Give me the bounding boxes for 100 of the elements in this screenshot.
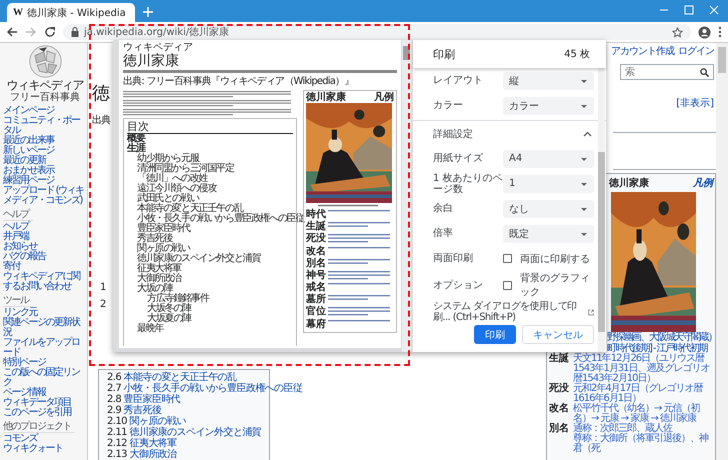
reload-icon[interactable] xyxy=(44,26,56,38)
dropdown[interactable]: カラー xyxy=(503,96,594,114)
toc-number: 1 xyxy=(100,282,106,293)
sidebar-link[interactable]: ウィキデータ項目 xyxy=(3,398,71,408)
setting-label: 両面印刷 xyxy=(433,253,474,264)
toc-link[interactable]: 2.10 関ヶ原の戦い xyxy=(107,416,186,427)
sidebar-link[interactable]: お知らせ xyxy=(3,242,37,252)
sidebar-link[interactable]: 特別ページ xyxy=(3,358,46,368)
close-icon[interactable] xyxy=(709,5,719,15)
sidebar-heading: ヘルプ xyxy=(3,209,32,221)
toc-entry: 生涯 xyxy=(127,144,145,154)
sidebar-link[interactable]: コミュニティ・ポータル xyxy=(3,116,87,136)
setting-label: 1 枚あたりのページ数 xyxy=(433,172,503,194)
system-dialog-link[interactable]: システム ダイアログを使用して印刷... (Ctrl+Shift+P) xyxy=(433,301,584,323)
setting-label: 用紙サイズ xyxy=(433,153,484,164)
logo-title: ウィキペディア xyxy=(6,78,84,92)
sidebar-link[interactable]: コモンズ xyxy=(3,434,37,444)
caption-text: 町時代後期] - 江戸時代初期 xyxy=(607,343,707,354)
search-icon[interactable] xyxy=(700,68,709,76)
toc-entry: 幼少期から元服 xyxy=(137,154,199,164)
caret-icon xyxy=(580,206,588,212)
address-bar[interactable]: ja.wikipedia.org/wiki/徳川家康 xyxy=(63,24,691,40)
toc-link[interactable]: 2.6 本能寺の変と天正壬午の乱 xyxy=(107,372,236,383)
toc-entry: 大御所政治 xyxy=(137,274,182,284)
external-link-icon[interactable] xyxy=(588,308,594,316)
dropdown[interactable]: 既定 xyxy=(503,224,594,242)
scrollbar[interactable] xyxy=(716,43,728,460)
value-lines-drawing xyxy=(328,258,390,266)
sidebar-link[interactable]: 寄付 xyxy=(3,262,20,272)
sidebar-link[interactable]: おまかせ表示 xyxy=(3,166,54,176)
menu-icon[interactable] xyxy=(718,26,722,38)
logo-subtitle: フリー百科事典 xyxy=(10,92,80,103)
toc-entry: 武田氏との戦い xyxy=(137,194,199,204)
sidebar-link[interactable]: 最近の出来事 xyxy=(3,136,54,146)
sidebar-heading: 他のプロジェクト xyxy=(3,421,75,433)
sidebar-link[interactable]: ウィキクォート xyxy=(3,444,62,454)
maximize-icon[interactable] xyxy=(684,5,694,15)
checkbox-label: 両面に印刷する xyxy=(520,252,590,266)
sidebar-link[interactable]: アップロード (ウィキメディア・コモンズ) xyxy=(3,186,87,206)
sidebar-link[interactable]: 最近の更新 xyxy=(3,156,46,166)
sidebar-link[interactable]: この版への固定リンク xyxy=(3,368,87,388)
sidebar-link[interactable]: ウィキペディアに関するお問い合わせ xyxy=(3,272,87,292)
sidebar-link[interactable]: 新しいページ xyxy=(3,146,54,156)
row-label: 生誕 xyxy=(549,354,570,366)
row-label: 官位 xyxy=(306,306,326,317)
account-icon[interactable] xyxy=(698,26,711,38)
search-field[interactable]: 索 xyxy=(620,64,714,80)
dropdown[interactable]: 1 xyxy=(503,174,594,192)
account-link[interactable]: ログイン xyxy=(678,44,714,58)
row-label: 墓所 xyxy=(306,294,326,305)
toc-link[interactable]: 2.8 豊臣家臣時代 xyxy=(107,394,180,405)
dropdown[interactable]: A4 xyxy=(503,150,594,168)
row-label: 別名 xyxy=(549,424,570,434)
sidebar-link[interactable]: 関連ページの更新状況 xyxy=(3,318,87,338)
dropdown[interactable]: 縦 xyxy=(503,72,594,90)
sidebar-link[interactable]: ページ情報 xyxy=(3,388,46,398)
toc-link[interactable]: 2.12 征夷大将軍 xyxy=(107,438,176,449)
sidebar-link[interactable]: ヘルプ xyxy=(3,222,28,232)
sidebar-link[interactable]: ファイルをアップロード xyxy=(3,338,87,358)
sidebar-link[interactable]: 練習用ページ xyxy=(3,176,54,186)
section-label: 詳細設定 xyxy=(433,128,473,140)
toc-entry: 方広寺鐘銘事件 xyxy=(147,294,209,304)
toc-entry: 清洲同盟から三河国平定 xyxy=(137,164,234,174)
hide-link[interactable]: [非表示] xyxy=(676,96,714,110)
infobox-title: 徳川家康 xyxy=(609,176,649,190)
toc-link[interactable]: 2.9 秀吉死後 xyxy=(107,405,162,416)
sidebar-link[interactable]: このページを引用 xyxy=(3,408,71,418)
value-lines-drawing xyxy=(328,294,390,302)
toc-link[interactable]: 2.11 徳川家康のスペイン外交と浦賀 xyxy=(107,427,262,438)
row-label: 神号 xyxy=(306,270,326,280)
checkbox[interactable] xyxy=(503,254,512,263)
sidebar-link[interactable]: リンク元 xyxy=(3,308,37,318)
account-link[interactable]: アカウント作成 xyxy=(611,44,674,58)
setting-label: カラー xyxy=(433,100,464,111)
toc-link[interactable]: 2.13 大御所政治 xyxy=(107,449,176,460)
caret-icon xyxy=(580,156,588,162)
tab-title: 徳川家康 - Wikipedia xyxy=(27,6,126,20)
toc-link[interactable]: 2.7 小牧・長久手の戦いから豊臣政権への臣従 xyxy=(107,383,302,394)
legend-link[interactable]: 凡例 xyxy=(693,176,713,190)
toc-entry: 関ヶ原の戦い xyxy=(137,244,190,254)
checkbox[interactable] xyxy=(503,280,512,290)
row-value: 松平竹千代（幼名）→ 元信（初名）→ 元康 → 家康 → 徳川家康 xyxy=(573,404,701,424)
sidebar-link[interactable]: バグの報告 xyxy=(3,252,46,262)
row-label: 改名 xyxy=(549,404,570,416)
star-icon[interactable] xyxy=(672,26,683,38)
chevron-up-icon[interactable] xyxy=(583,130,592,136)
plus-icon[interactable] xyxy=(143,7,153,17)
source-text: 出典 xyxy=(92,114,110,127)
page-title: 徳川家康 xyxy=(123,53,397,73)
dropdown[interactable]: なし xyxy=(503,200,594,218)
browser-tab[interactable]: W 徳川家康 - Wikipedia xyxy=(7,3,135,22)
sidebar-link[interactable]: 井戸端 xyxy=(3,232,28,242)
cancel-button[interactable]: キャンセル xyxy=(522,325,594,344)
scrollbar[interactable] xyxy=(598,68,605,352)
url-text: ja.wikipedia.org/wiki/徳川家康 xyxy=(84,26,230,39)
source-text: 出典: フリー百科事典『ウィキペディア（Wikipedia）』 xyxy=(123,76,354,87)
row-label: 時代 xyxy=(306,209,326,220)
print-button[interactable]: 印刷 xyxy=(474,325,516,344)
back-icon[interactable] xyxy=(6,26,18,38)
sidebar-link[interactable]: メインページ xyxy=(3,106,54,116)
